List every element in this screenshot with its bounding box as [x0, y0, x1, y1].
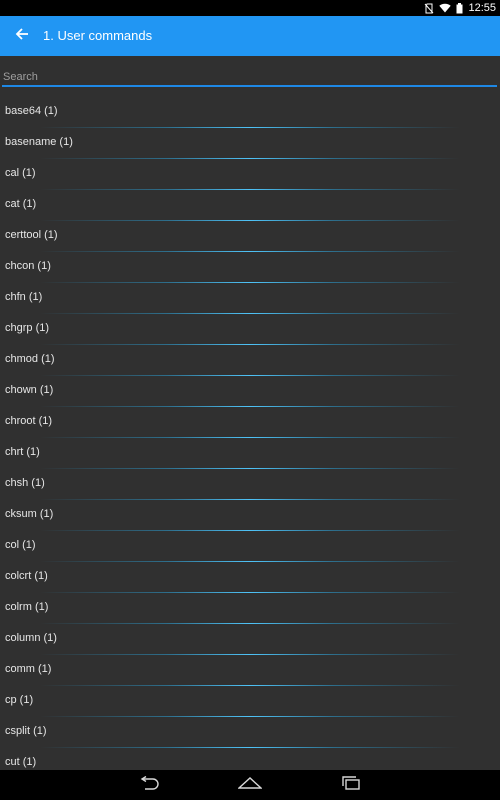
command-label: colcrt (1)	[5, 570, 48, 582]
list-item[interactable]: base64 (1)	[0, 97, 500, 128]
list-item[interactable]: col (1)	[0, 531, 500, 562]
search-bar	[0, 56, 500, 98]
list-item[interactable]: chrt (1)	[0, 438, 500, 469]
command-label: base64 (1)	[5, 105, 58, 117]
app-bar: 1. User commands	[0, 16, 500, 56]
command-label: cp (1)	[5, 694, 34, 706]
command-label: chown (1)	[5, 384, 54, 396]
list-item[interactable]: comm (1)	[0, 655, 500, 686]
list-item[interactable]: basename (1)	[0, 128, 500, 159]
list-item[interactable]: colrm (1)	[0, 593, 500, 624]
arrow-back-icon	[15, 27, 29, 46]
command-label: chcon (1)	[5, 260, 51, 272]
command-label: column (1)	[5, 632, 57, 644]
command-label: chfn (1)	[5, 291, 43, 303]
page-title: 1. User commands	[43, 28, 153, 43]
status-icons: 12:55	[424, 0, 496, 16]
recents-icon	[341, 775, 361, 795]
list-item[interactable]: colcrt (1)	[0, 562, 500, 593]
list-item[interactable]: cp (1)	[0, 686, 500, 717]
nav-back-button[interactable]	[134, 775, 164, 795]
command-label: col (1)	[5, 539, 36, 551]
back-icon	[138, 775, 160, 795]
list-item[interactable]: cksum (1)	[0, 500, 500, 531]
command-label: colrm (1)	[5, 601, 49, 613]
list-item[interactable]: chfn (1)	[0, 283, 500, 314]
list-item[interactable]: cat (1)	[0, 190, 500, 221]
list-item[interactable]: chroot (1)	[0, 407, 500, 438]
list-item[interactable]: csplit (1)	[0, 717, 500, 748]
list-item[interactable]: chmod (1)	[0, 345, 500, 376]
list-item[interactable]: cut (1)	[0, 748, 500, 770]
command-label: cut (1)	[5, 756, 37, 768]
list-item[interactable]: chcon (1)	[0, 252, 500, 283]
command-label: chroot (1)	[5, 415, 53, 427]
command-label: cksum (1)	[5, 508, 54, 520]
command-label: chgrp (1)	[5, 322, 50, 334]
command-label: certtool (1)	[5, 229, 58, 241]
back-button[interactable]	[8, 22, 36, 50]
command-label: csplit (1)	[5, 725, 47, 737]
status-bar: 12:55	[0, 0, 500, 16]
home-icon	[237, 776, 263, 794]
command-label: chrt (1)	[5, 446, 40, 458]
command-label: comm (1)	[5, 663, 52, 675]
command-label: chsh (1)	[5, 477, 45, 489]
nav-home-button[interactable]	[235, 775, 265, 795]
command-label: cal (1)	[5, 167, 36, 179]
list-item[interactable]: certtool (1)	[0, 221, 500, 252]
list-item[interactable]: column (1)	[0, 624, 500, 655]
command-label: basename (1)	[5, 136, 73, 148]
status-time: 12:55	[468, 2, 496, 14]
navigation-bar	[0, 770, 500, 800]
command-label: cat (1)	[5, 198, 37, 210]
no-sim-icon	[424, 3, 434, 14]
command-label: chmod (1)	[5, 353, 55, 365]
battery-icon	[456, 2, 463, 14]
nav-recents-button[interactable]	[336, 775, 366, 795]
list-item[interactable]: chsh (1)	[0, 469, 500, 500]
wifi-icon	[439, 3, 452, 13]
command-list[interactable]: base64 (1) basename (1) cal (1) cat (1) cert…	[0, 97, 500, 770]
list-item[interactable]: cal (1)	[0, 159, 500, 190]
list-item[interactable]: chown (1)	[0, 376, 500, 407]
list-item[interactable]: chgrp (1)	[0, 314, 500, 345]
search-input[interactable]	[2, 68, 497, 87]
